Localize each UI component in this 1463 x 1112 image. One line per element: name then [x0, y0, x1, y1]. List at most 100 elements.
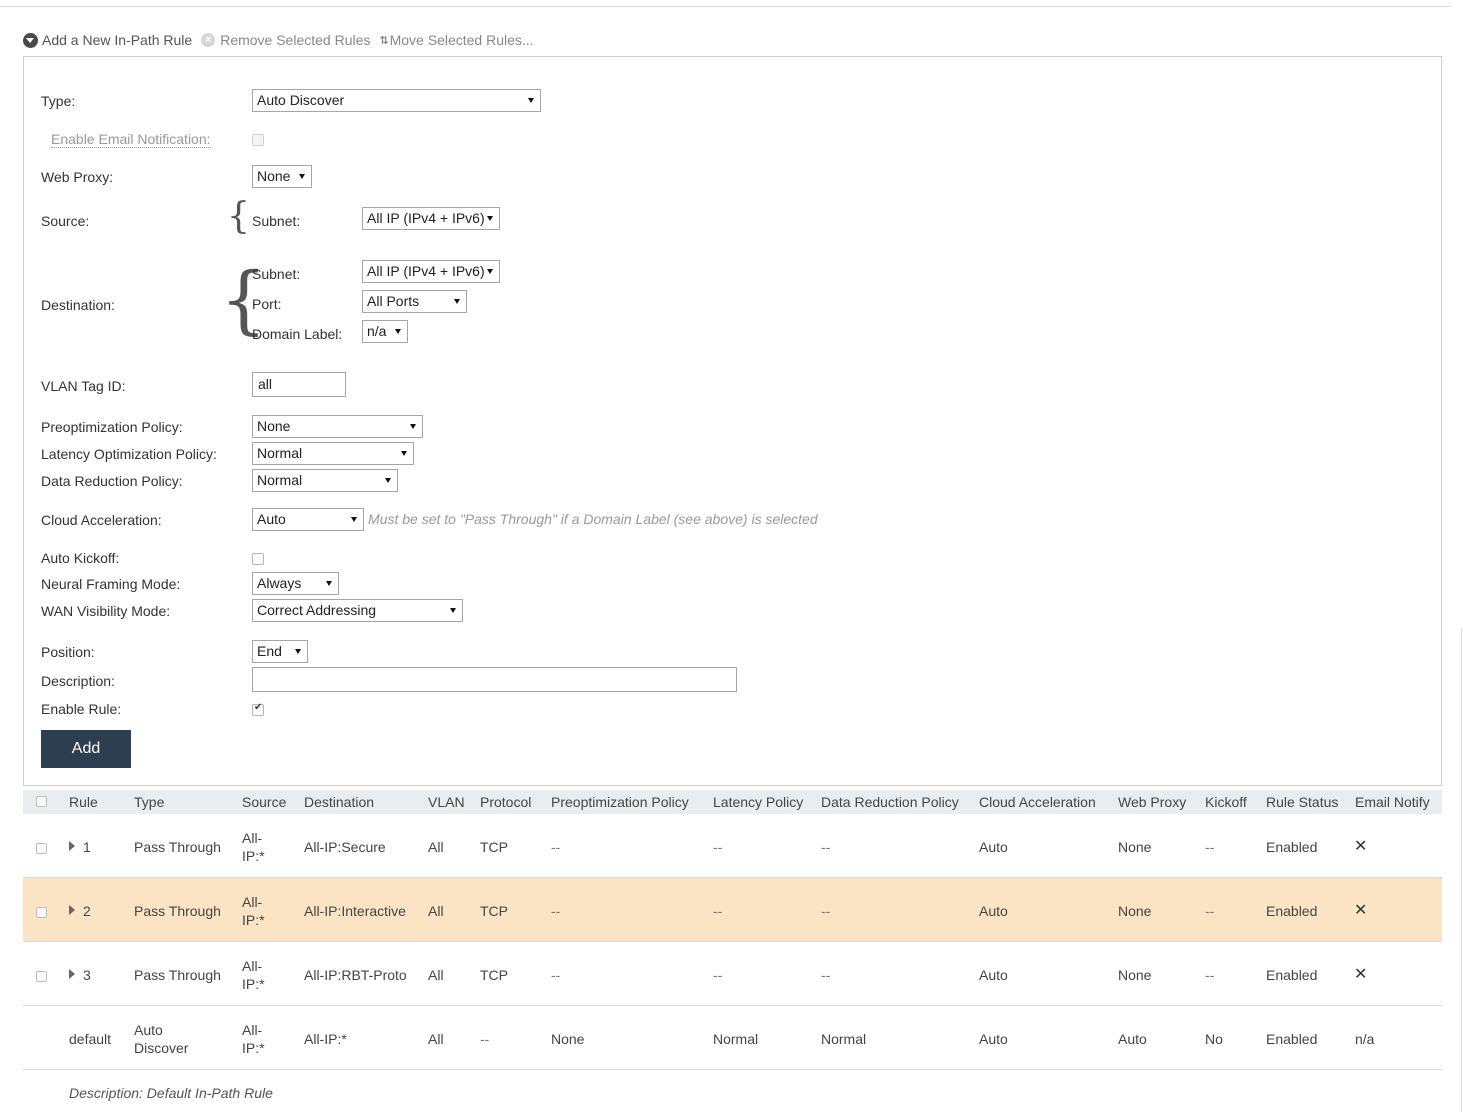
col-email-notify[interactable]: Email Notify: [1355, 794, 1430, 810]
col-source[interactable]: Source: [242, 794, 286, 810]
position-select[interactable]: End: [252, 640, 308, 663]
cell-vlan: All: [428, 839, 444, 855]
cell-protocol: TCP: [480, 839, 508, 855]
data-reduction-select[interactable]: Normal: [252, 469, 398, 492]
cell-rule: 1: [83, 839, 91, 855]
email-disabled-icon: ✕: [1354, 902, 1368, 919]
cell-preopt: --: [551, 903, 561, 919]
enable-rule-checkbox[interactable]: [252, 702, 264, 716]
source-label: Source:: [41, 213, 90, 229]
cell-source-line1: All-: [242, 1022, 263, 1038]
web-proxy-select[interactable]: None: [252, 165, 312, 188]
cell-data-reduction: --: [821, 903, 831, 919]
cell-latency: --: [713, 903, 723, 919]
description-input[interactable]: [252, 667, 737, 692]
col-cloud[interactable]: Cloud Acceleration: [979, 794, 1096, 810]
cell-cloud: Auto: [979, 903, 1008, 919]
default-rule-description: Description: Default In-Path Rule: [69, 1085, 273, 1101]
col-data-reduction[interactable]: Data Reduction Policy: [821, 794, 959, 810]
cell-web-proxy: None: [1118, 903, 1152, 919]
wan-visibility-select[interactable]: Correct Addressing: [252, 599, 463, 622]
expand-row-icon[interactable]: [69, 969, 75, 979]
cell-destination: All-IP:Secure: [304, 839, 386, 855]
cell-rule: default: [69, 1031, 112, 1047]
cell-source-line1: All-: [242, 894, 263, 910]
expand-circle-icon: [23, 32, 38, 48]
cell-vlan: All: [428, 903, 444, 919]
dest-subnet-select[interactable]: All IP (IPv4 + IPv6): [362, 260, 500, 283]
cell-kickoff: --: [1205, 903, 1215, 919]
preopt-policy-label: Preoptimization Policy:: [41, 419, 183, 435]
remove-icon: ×: [201, 33, 216, 47]
right-divider: [1461, 628, 1462, 1112]
cloud-accel-select[interactable]: Auto: [252, 508, 364, 531]
neural-framing-label: Neural Framing Mode:: [41, 576, 181, 592]
table-row[interactable]: 1 Pass Through All- IP:* All-IP:Secure A…: [23, 814, 1442, 878]
cell-latency: --: [713, 839, 723, 855]
cell-data-reduction: --: [821, 967, 831, 983]
add-rule-toggle[interactable]: Add a New In-Path Rule: [23, 32, 192, 48]
cloud-accel-label: Cloud Acceleration:: [41, 512, 162, 528]
neural-framing-select[interactable]: Always: [252, 572, 339, 595]
cell-rule-status: Enabled: [1266, 1031, 1318, 1047]
cell-kickoff: No: [1205, 1031, 1223, 1047]
table-row[interactable]: 2 Pass Through All- IP:* All-IP:Interact…: [23, 878, 1442, 942]
auto-kickoff-checkbox[interactable]: [252, 553, 264, 565]
cell-source-line1: All-: [242, 830, 263, 846]
col-protocol[interactable]: Protocol: [480, 794, 531, 810]
type-select[interactable]: Auto Discover: [252, 89, 541, 112]
cell-latency: --: [713, 967, 723, 983]
add-rule-label: Add a New In-Path Rule: [42, 32, 193, 48]
cell-web-proxy: Auto: [1118, 1031, 1147, 1047]
remove-rules-label: Remove Selected Rules: [220, 32, 371, 48]
preopt-policy-select[interactable]: None: [252, 415, 423, 438]
remove-rules-button[interactable]: × Remove Selected Rules: [201, 32, 370, 48]
top-divider: [0, 6, 1452, 7]
cell-type: Pass Through: [134, 903, 221, 919]
table-row-default[interactable]: default Auto Discover All- IP:* All-IP:*…: [23, 1006, 1442, 1070]
dest-port-label: Port:: [252, 296, 282, 312]
cell-source-line2: IP:*: [242, 976, 265, 992]
dest-domain-label: Domain Label:: [252, 326, 343, 342]
row-checkbox[interactable]: [36, 971, 47, 982]
col-web-proxy[interactable]: Web Proxy: [1118, 794, 1186, 810]
email-disabled-icon: ✕: [1354, 838, 1368, 855]
table-row[interactable]: 3 Pass Through All- IP:* All-IP:RBT-Prot…: [23, 942, 1442, 1006]
row-checkbox[interactable]: [36, 843, 47, 854]
cell-data-reduction: --: [821, 839, 831, 855]
source-subnet-select[interactable]: All IP (IPv4 + IPv6): [362, 207, 500, 230]
cell-cloud: Auto: [979, 839, 1008, 855]
latency-policy-select[interactable]: Normal: [252, 442, 414, 465]
cell-type: Pass Through: [134, 967, 221, 983]
email-disabled-icon: ✕: [1354, 966, 1368, 983]
select-all-checkbox[interactable]: [36, 796, 47, 807]
dest-domain-select[interactable]: n/a: [362, 320, 408, 343]
cell-kickoff: --: [1205, 839, 1215, 855]
cell-rule-status: Enabled: [1266, 903, 1318, 919]
expand-row-icon[interactable]: [69, 841, 75, 851]
cell-preopt: None: [551, 1031, 585, 1047]
col-preopt[interactable]: Preoptimization Policy: [551, 794, 689, 810]
cell-vlan: All: [428, 967, 444, 983]
cell-kickoff: --: [1205, 967, 1215, 983]
row-checkbox[interactable]: [36, 907, 47, 918]
email-notification-checkbox[interactable]: [252, 134, 264, 146]
dest-port-select[interactable]: All Ports: [362, 290, 467, 313]
cell-protocol: --: [480, 1031, 490, 1047]
add-button[interactable]: Add: [41, 730, 131, 768]
col-type[interactable]: Type: [134, 794, 164, 810]
col-kickoff[interactable]: Kickoff: [1205, 794, 1247, 810]
cell-type: Pass Through: [134, 839, 221, 855]
cell-destination: All-IP:Interactive: [304, 903, 406, 919]
col-destination[interactable]: Destination: [304, 794, 374, 810]
vlan-input[interactable]: all: [252, 372, 346, 397]
col-rule[interactable]: Rule: [69, 794, 98, 810]
col-vlan[interactable]: VLAN: [428, 794, 465, 810]
cell-vlan: All: [428, 1031, 444, 1047]
move-rules-button[interactable]: ⇅ Move Selected Rules...: [379, 32, 533, 48]
col-rule-status[interactable]: Rule Status: [1266, 794, 1338, 810]
data-reduction-label: Data Reduction Policy:: [41, 473, 183, 489]
col-latency[interactable]: Latency Policy: [713, 794, 803, 810]
cell-rule: 2: [83, 903, 91, 919]
expand-row-icon[interactable]: [69, 905, 75, 915]
